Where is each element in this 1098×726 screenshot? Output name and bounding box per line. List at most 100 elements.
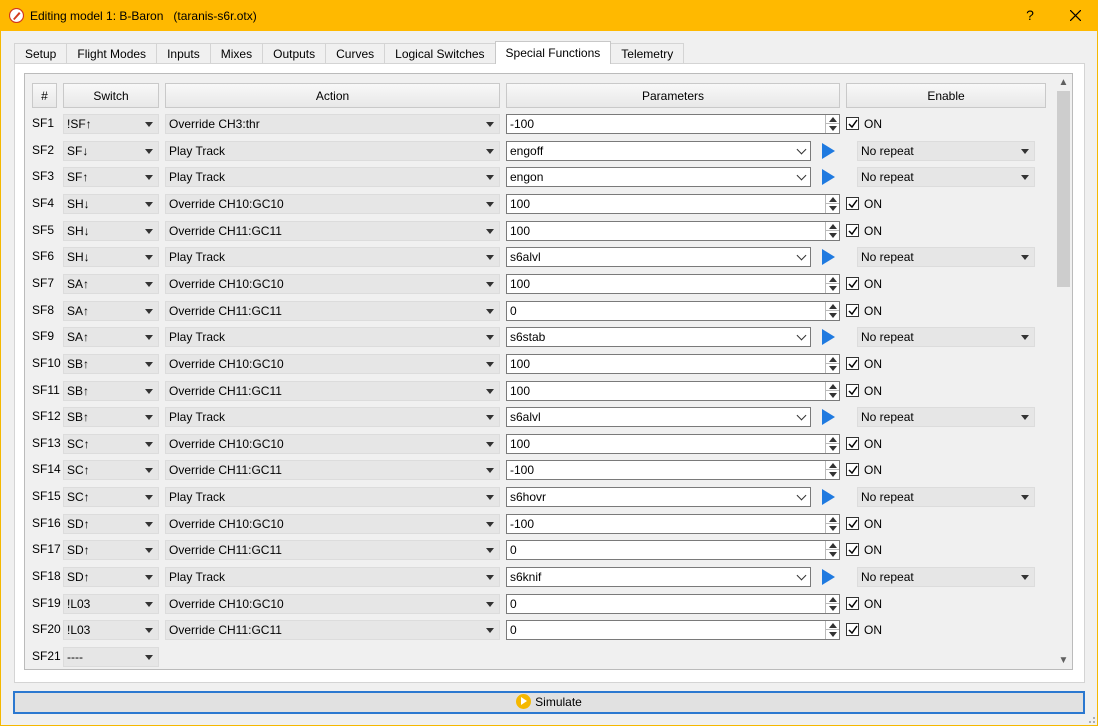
parameter-spinbox[interactable]: 100 xyxy=(506,434,840,454)
switch-select[interactable]: SD↑ xyxy=(63,567,159,587)
vertical-scrollbar[interactable]: ▲ ▼ xyxy=(1055,74,1072,669)
switch-select[interactable]: !SF↑ xyxy=(63,114,159,134)
action-select[interactable]: Play Track xyxy=(165,247,500,267)
scroll-up-icon[interactable]: ▲ xyxy=(1055,74,1072,91)
action-select[interactable]: Override CH10:GC10 xyxy=(165,354,500,374)
spin-up-icon[interactable] xyxy=(829,437,837,442)
switch-select[interactable]: SA↑ xyxy=(63,301,159,321)
enable-checkbox[interactable] xyxy=(846,384,859,397)
switch-select[interactable]: SC↑ xyxy=(63,487,159,507)
switch-select[interactable]: !L03 xyxy=(63,594,159,614)
spin-down-icon[interactable] xyxy=(829,446,837,451)
parameter-spinbox[interactable]: 100 xyxy=(506,221,840,241)
spin-down-icon[interactable] xyxy=(829,526,837,531)
spin-down-icon[interactable] xyxy=(829,606,837,611)
repeat-select[interactable]: No repeat xyxy=(857,247,1035,267)
action-select[interactable]: Override CH10:GC10 xyxy=(165,274,500,294)
action-select[interactable]: Override CH11:GC11 xyxy=(165,460,500,480)
switch-select[interactable]: SC↑ xyxy=(63,460,159,480)
action-select[interactable]: Play Track xyxy=(165,487,500,507)
track-select[interactable]: engoff xyxy=(506,141,811,161)
action-select[interactable]: Override CH10:GC10 xyxy=(165,434,500,454)
action-select[interactable]: Play Track xyxy=(165,141,500,161)
enable-checkbox[interactable] xyxy=(846,463,859,476)
switch-select[interactable]: SF↓ xyxy=(63,141,159,161)
spin-up-icon[interactable] xyxy=(829,463,837,468)
switch-select[interactable]: SH↓ xyxy=(63,221,159,241)
enable-checkbox[interactable] xyxy=(846,224,859,237)
switch-select[interactable]: SB↑ xyxy=(63,407,159,427)
parameter-spinbox[interactable]: -100 xyxy=(506,514,840,534)
track-select[interactable]: s6knif xyxy=(506,567,811,587)
spin-down-icon[interactable] xyxy=(829,393,837,398)
spin-down-icon[interactable] xyxy=(829,286,837,291)
action-select[interactable]: Play Track xyxy=(165,167,500,187)
track-select[interactable]: s6alvl xyxy=(506,407,811,427)
enable-checkbox[interactable] xyxy=(846,597,859,610)
repeat-select[interactable]: No repeat xyxy=(857,327,1035,347)
switch-select[interactable]: !L03 xyxy=(63,620,159,640)
repeat-select[interactable]: No repeat xyxy=(857,167,1035,187)
play-track-button[interactable] xyxy=(817,406,839,428)
play-track-button[interactable] xyxy=(817,566,839,588)
spin-up-icon[interactable] xyxy=(829,597,837,602)
spin-down-icon[interactable] xyxy=(829,313,837,318)
tab-mixes[interactable]: Mixes xyxy=(209,43,264,64)
repeat-select[interactable]: No repeat xyxy=(857,141,1035,161)
spin-down-icon[interactable] xyxy=(829,632,837,637)
action-select[interactable]: Play Track xyxy=(165,567,500,587)
switch-select[interactable]: SD↑ xyxy=(63,540,159,560)
action-select[interactable]: Override CH11:GC11 xyxy=(165,381,500,401)
tab-outputs[interactable]: Outputs xyxy=(262,43,327,64)
repeat-select[interactable]: No repeat xyxy=(857,487,1035,507)
enable-checkbox[interactable] xyxy=(846,517,859,530)
spin-buttons[interactable] xyxy=(825,461,839,479)
play-track-button[interactable] xyxy=(817,166,839,188)
parameter-spinbox[interactable]: 100 xyxy=(506,194,840,214)
spin-up-icon[interactable] xyxy=(829,517,837,522)
enable-checkbox[interactable] xyxy=(846,623,859,636)
enable-checkbox[interactable] xyxy=(846,437,859,450)
resize-grip-icon[interactable] xyxy=(1086,714,1096,724)
action-select[interactable]: Override CH11:GC11 xyxy=(165,540,500,560)
spin-buttons[interactable] xyxy=(825,355,839,373)
enable-checkbox[interactable] xyxy=(846,117,859,130)
parameter-spinbox[interactable]: -100 xyxy=(506,460,840,480)
switch-select[interactable]: SA↑ xyxy=(63,327,159,347)
repeat-select[interactable]: No repeat xyxy=(857,407,1035,427)
enable-checkbox[interactable] xyxy=(846,197,859,210)
parameter-spinbox[interactable]: 0 xyxy=(506,301,840,321)
spin-up-icon[interactable] xyxy=(829,543,837,548)
switch-select[interactable]: SF↑ xyxy=(63,167,159,187)
action-select[interactable]: Override CH10:GC10 xyxy=(165,514,500,534)
parameter-spinbox[interactable]: 0 xyxy=(506,620,840,640)
parameter-spinbox[interactable]: 0 xyxy=(506,594,840,614)
parameter-spinbox[interactable]: 100 xyxy=(506,274,840,294)
tab-setup[interactable]: Setup xyxy=(14,43,68,64)
spin-down-icon[interactable] xyxy=(829,472,837,477)
track-select[interactable]: s6hovr xyxy=(506,487,811,507)
switch-select[interactable]: SH↓ xyxy=(63,247,159,267)
scroll-down-icon[interactable]: ▼ xyxy=(1055,652,1072,669)
track-select[interactable]: s6alvl xyxy=(506,247,811,267)
spin-buttons[interactable] xyxy=(825,222,839,240)
tab-inputs[interactable]: Inputs xyxy=(156,43,211,64)
spin-buttons[interactable] xyxy=(825,382,839,400)
tab-telemetry[interactable]: Telemetry xyxy=(610,43,685,64)
spin-buttons[interactable] xyxy=(825,541,839,559)
action-select[interactable]: Play Track xyxy=(165,327,500,347)
enable-checkbox[interactable] xyxy=(846,543,859,556)
track-select[interactable]: engon xyxy=(506,167,811,187)
action-select[interactable]: Override CH11:GC11 xyxy=(165,301,500,321)
action-select[interactable]: Override CH3:thr xyxy=(165,114,500,134)
play-track-button[interactable] xyxy=(817,140,839,162)
spin-up-icon[interactable] xyxy=(829,197,837,202)
action-select[interactable]: Override CH10:GC10 xyxy=(165,194,500,214)
track-select[interactable]: s6stab xyxy=(506,327,811,347)
parameter-spinbox[interactable]: -100 xyxy=(506,114,840,134)
play-track-button[interactable] xyxy=(817,486,839,508)
enable-checkbox[interactable] xyxy=(846,357,859,370)
spin-down-icon[interactable] xyxy=(829,366,837,371)
scroll-thumb[interactable] xyxy=(1057,91,1070,287)
spin-up-icon[interactable] xyxy=(829,224,837,229)
